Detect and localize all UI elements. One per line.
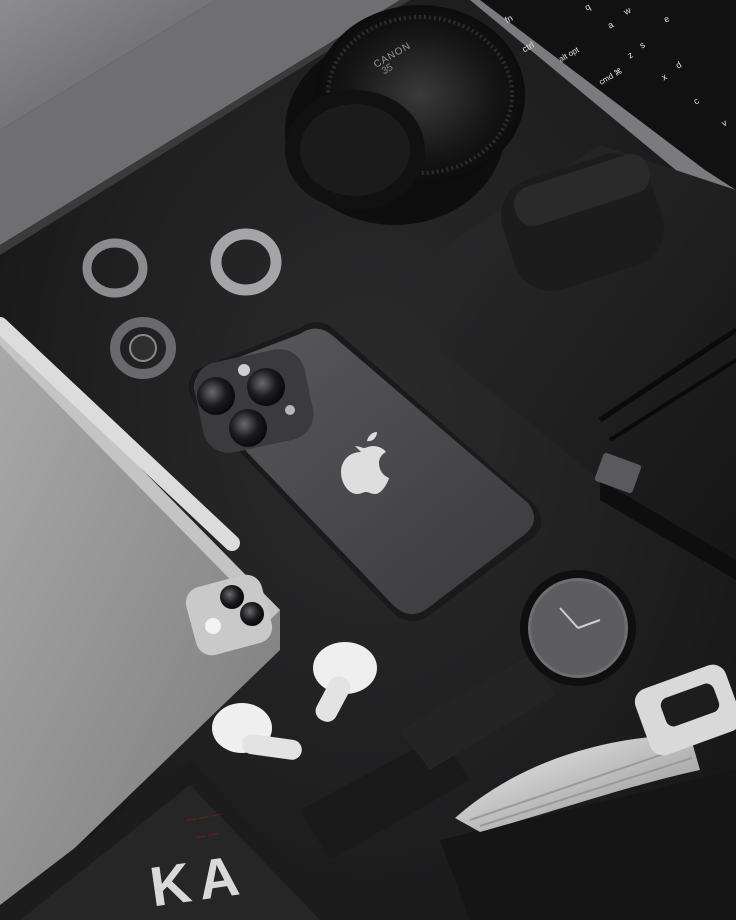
product-flatlay-photo: CANON 35 fn ctrl alt opt cmd ⌘ z x c v a… (0, 0, 736, 920)
flatlay-illustration (0, 0, 736, 920)
book-cover-letters: KA (146, 842, 251, 919)
